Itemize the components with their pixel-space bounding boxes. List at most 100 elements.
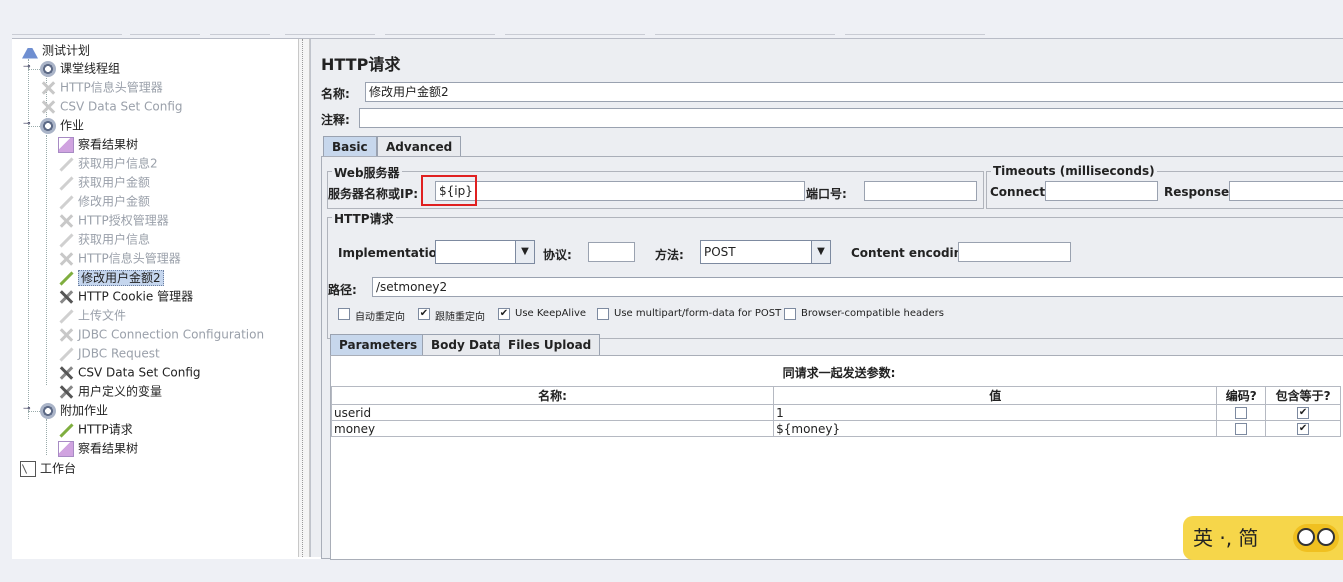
tree-item[interactable]: 获取用户信息 <box>58 230 150 248</box>
col-include-equals-header: 包含等于? <box>1265 386 1341 405</box>
cross-tool-icon <box>58 327 74 343</box>
window-top-strip <box>0 0 1343 38</box>
tree-item[interactable]: HTTP Cookie 管理器 <box>58 287 193 305</box>
tree-item[interactable]: HTTP请求 <box>58 420 133 438</box>
include-equals-checkbox[interactable]: ✔ <box>1297 423 1310 435</box>
encode-checkbox[interactable] <box>1235 423 1248 435</box>
follow-redirect-checkbox[interactable]: ✔ <box>418 308 430 320</box>
tree-item[interactable]: HTTP授权管理器 <box>58 211 169 229</box>
content-encoding-field[interactable] <box>958 242 1071 262</box>
tab-parameters[interactable]: Parameters <box>330 334 427 355</box>
tree-item[interactable]: 用户定义的变量 <box>58 382 162 400</box>
browser-headers-label: Browser-compatible headers <box>801 308 944 319</box>
parameters-table[interactable]: 名称: 值 编码? 包含等于? userid 1 ✔ money ${money… <box>330 386 1341 437</box>
gear-icon <box>40 60 56 77</box>
encode-cell[interactable] <box>1216 404 1267 421</box>
web-server-legend: Web服务器 <box>332 164 402 181</box>
ime-status-text[interactable]: 英 ·, 简 <box>1193 526 1258 550</box>
tree-expander-icon[interactable]: ⊸ <box>23 63 31 72</box>
server-ip-field[interactable]: ${ip} <box>435 181 805 201</box>
timeouts-legend: Timeouts (milliseconds) <box>991 164 1157 178</box>
port-field[interactable] <box>864 181 977 201</box>
tree-item[interactable]: 上传文件 <box>58 306 126 324</box>
tab-advanced[interactable]: Advanced <box>377 136 462 156</box>
workbench-icon <box>20 460 36 477</box>
tree-item[interactable]: 修改用户金额 <box>58 192 150 210</box>
cross-tool-icon <box>58 289 74 305</box>
tree-item-label: 察看结果树 <box>78 441 139 456</box>
col-value-header: 值 <box>773 386 1218 405</box>
method-select[interactable]: POST ▼ <box>700 240 831 264</box>
connect-timeout-field[interactable] <box>1045 181 1158 201</box>
tree-expander-icon[interactable]: ⊸ <box>23 405 31 414</box>
tree-item[interactable]: JDBC Connection Configuration <box>58 325 264 343</box>
path-field[interactable]: /setmoney2 <box>372 277 1343 297</box>
cross-tool-icon <box>40 99 56 115</box>
tree-item-label: CSV Data Set Config <box>78 365 201 380</box>
multipart-checkbox[interactable] <box>597 308 609 320</box>
tree-item[interactable]: 获取用户信息2 <box>58 154 158 172</box>
chart-icon <box>58 440 74 457</box>
tree-item[interactable]: CSV Data Set Config <box>40 97 183 115</box>
encode-cell[interactable] <box>1216 420 1267 437</box>
tree-item-label: 上传文件 <box>78 308 127 323</box>
table-row[interactable]: userid 1 ✔ <box>330 404 1341 421</box>
encode-checkbox[interactable] <box>1235 407 1248 419</box>
tree-item-label: HTTP信息头管理器 <box>60 80 163 95</box>
param-value-cell[interactable]: 1 <box>773 404 1218 421</box>
param-name-cell[interactable]: userid <box>330 404 775 421</box>
mascot-icon <box>1293 524 1339 552</box>
page-title: HTTP请求 <box>321 55 401 74</box>
response-label: Response: <box>1164 185 1234 199</box>
tree-item[interactable]: ⊸ 作业 <box>23 116 84 134</box>
param-name-cell[interactable]: money <box>330 420 775 437</box>
name-field[interactable]: 修改用户金额2 <box>365 82 1343 102</box>
test-plan-tree[interactable]: 测试计划 ⊸ 课堂线程组 HTTP信息头管理器 CSV Data Set Config ⊸… <box>12 39 298 557</box>
include-equals-checkbox[interactable]: ✔ <box>1297 407 1310 419</box>
include-equals-cell[interactable]: ✔ <box>1265 404 1341 421</box>
tree-item[interactable]: 测试计划 <box>22 41 90 59</box>
tree-item-label: 工作台 <box>40 461 77 476</box>
tree-item[interactable]: 察看结果树 <box>58 135 138 153</box>
comment-field[interactable] <box>359 108 1343 128</box>
tab-basic[interactable]: Basic <box>323 136 377 156</box>
tab-files-upload[interactable]: Files Upload <box>499 334 601 355</box>
chevron-down-icon[interactable]: ▼ <box>515 241 534 263</box>
col-name-header: 名称: <box>330 386 775 405</box>
tree-item[interactable]: CSV Data Set Config <box>58 363 201 381</box>
gear-icon <box>40 402 56 419</box>
tree-item[interactable]: 察看结果树 <box>58 439 138 457</box>
include-equals-cell[interactable]: ✔ <box>1265 420 1341 437</box>
col-encode-header: 编码? <box>1216 386 1267 405</box>
tree-item[interactable]: HTTP信息头管理器 <box>40 78 163 96</box>
tab-body-data[interactable]: Body Data <box>422 334 510 355</box>
follow-redirect-label: 跟随重定向 <box>435 312 485 323</box>
browser-headers-checkbox[interactable] <box>784 308 796 320</box>
chevron-down-icon[interactable]: ▼ <box>811 241 830 263</box>
implementation-select[interactable]: ▼ <box>435 240 535 264</box>
table-row[interactable]: money ${money} ✔ <box>330 420 1341 437</box>
tree-item[interactable]: 工作台 <box>20 459 76 477</box>
implementation-label: Implementation: <box>338 246 451 260</box>
sampler-pen-icon <box>58 194 74 210</box>
tree-item-label: 附加作业 <box>60 403 109 418</box>
tree-item[interactable]: ⊸ 课堂线程组 <box>23 59 120 77</box>
tree-item[interactable]: JDBC Request <box>58 344 160 362</box>
protocol-field[interactable] <box>588 242 635 262</box>
splitter-handle[interactable] <box>298 39 310 557</box>
tree-item[interactable]: 修改用户金额2 <box>58 268 164 286</box>
tree-item-label: HTTP授权管理器 <box>78 213 169 228</box>
param-value-cell[interactable]: ${money} <box>773 420 1218 437</box>
response-timeout-field[interactable] <box>1229 181 1343 201</box>
tree-item[interactable]: 获取用户金额 <box>58 173 150 191</box>
ime-toolbar[interactable]: 英 ·, 简 <box>1183 516 1343 560</box>
tree-item[interactable]: ⊸ 附加作业 <box>23 401 109 419</box>
auto-redirect-label: 自动重定向 <box>355 312 405 323</box>
protocol-label: 协议: <box>543 248 572 262</box>
auto-redirect-checkbox[interactable] <box>338 308 350 320</box>
tree-expander-icon[interactable]: ⊸ <box>23 120 31 129</box>
tree-item[interactable]: HTTP信息头管理器 <box>58 249 181 267</box>
keepalive-checkbox[interactable]: ✔ <box>498 308 510 320</box>
flask-icon <box>22 42 38 59</box>
sampler-pen-icon <box>58 175 74 191</box>
